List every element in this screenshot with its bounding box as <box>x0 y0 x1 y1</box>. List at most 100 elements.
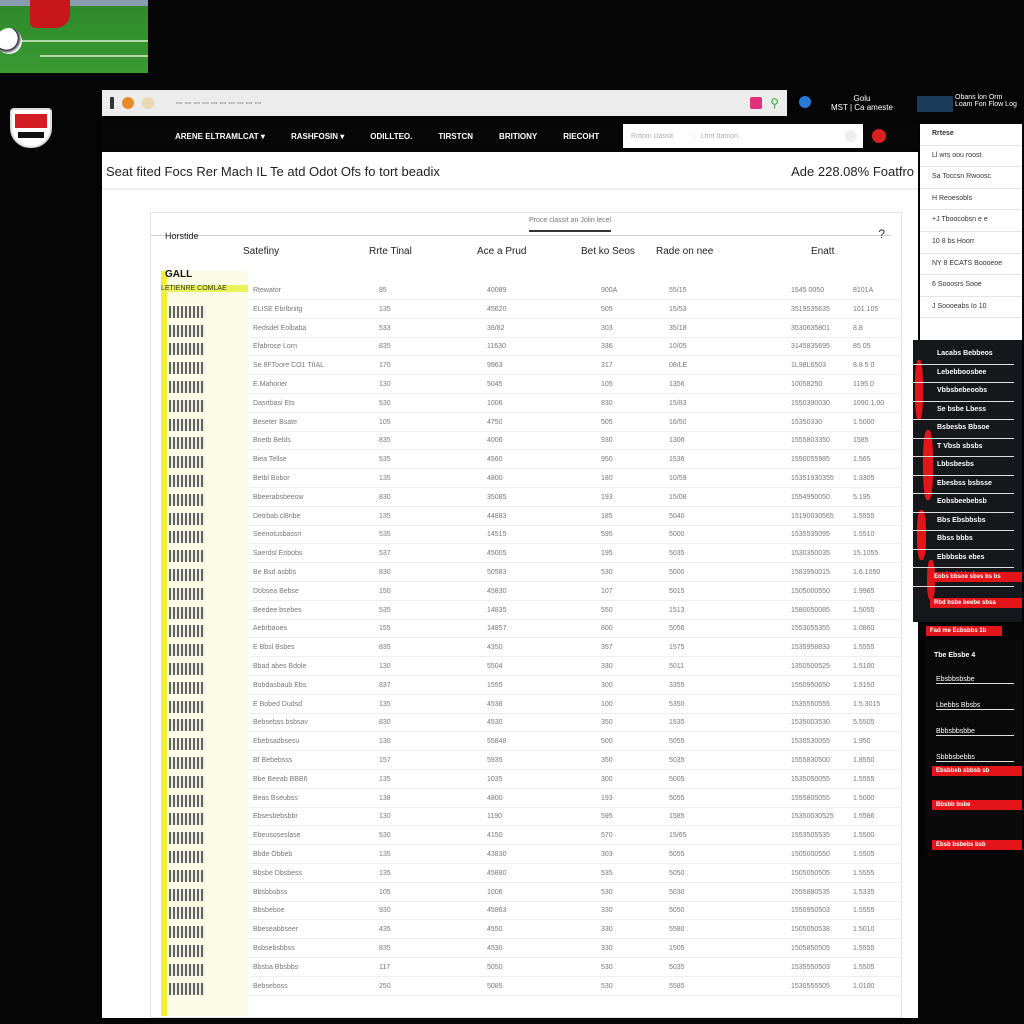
table-row[interactable]: Bebsebss bsbsav 830 4530 350 1535 1535003530 5… <box>249 715 901 733</box>
red-action-button[interactable]: Ebsb bsbebs bsb <box>932 840 1022 850</box>
column-header[interactable]: Rade on nee <box>656 246 713 257</box>
dark-panel-item[interactable]: Ebsbbsbsbe <box>936 676 1014 684</box>
table-row[interactable]: Aebrbaoes 155 14857 800 5056 1553055355 1.0860 <box>249 621 901 639</box>
sidebar-item[interactable]: NY 8 ECATS Boooeoe <box>920 254 1022 276</box>
help-icon[interactable]: ? <box>878 227 885 241</box>
table-row[interactable]: Bebseboss 250 5085 530 5585 1530555505 1.0100 <box>249 979 901 996</box>
dark-panel-item[interactable]: Bsbesbs Bbsoe <box>913 420 1014 439</box>
dark-panel-item[interactable]: Ebbbsbs ebes <box>913 550 1014 568</box>
table-row[interactable]: Ebebsadbsesu 130 55848 500 5055 1530530055 1.9… <box>249 734 901 752</box>
table-row[interactable]: Beedee bsebes 535 14835 550 1513 1580050085 1.… <box>249 603 901 620</box>
table-row[interactable]: Bbde Obbeb 135 43830 303 5055 1505000550 1.550… <box>249 847 901 864</box>
table-row[interactable]: Se 8FToore CO1 TIIAL 170 9963 317 08/LE 1L98L… <box>249 358 901 376</box>
dark-panel-item[interactable]: T Vbsb sbsbs <box>913 439 1014 457</box>
search-icon[interactable] <box>845 130 857 142</box>
red-action-button[interactable]: Bbsbb bsbe <box>932 800 1022 810</box>
sidebar-item[interactable]: 10 8 bs Hoorr <box>920 232 1022 254</box>
table-row[interactable]: Rtewator 85 40089 900A 55/15 1545 0050 8101A <box>249 283 901 300</box>
table-row[interactable]: Bbsbeboe 930 45863 330 5050 1550950503 1.5555 <box>249 903 901 921</box>
profile-icon[interactable] <box>799 96 811 108</box>
column-header[interactable]: Rrte Tinal <box>369 246 412 257</box>
table-row[interactable]: Betbl Bobor 135 4800 180 10/59 15351930355 1.3… <box>249 471 901 488</box>
table-row[interactable]: Bbsbe Dbsbess 135 45880 535 5050 1505050505 1.… <box>249 866 901 883</box>
table-row[interactable]: E Bbsl Bsbes 835 4350 357 1575 1535958833 1.55… <box>249 640 901 658</box>
dark-panel-item[interactable]: Bbss bbbs <box>913 531 1014 550</box>
dark-panel-item[interactable]: Lebebboosbee <box>913 365 1014 383</box>
sidebar-item[interactable]: 6 Sooosrs Sooe <box>920 275 1022 297</box>
table-cell: 1.5505 <box>853 851 875 858</box>
table-row[interactable]: Bobdasbaub Ebs 837 1555 300 3355 1550950650 1.… <box>249 678 901 695</box>
nav-item[interactable]: RIECOHT <box>550 132 612 141</box>
search-input[interactable]: Rotom classit Ltmt ttamon <box>623 124 863 148</box>
table-row[interactable]: Bf Bebebsss 157 5935 350 5035 1555830500 1.855… <box>249 753 901 770</box>
bookmark-icon[interactable] <box>750 97 763 109</box>
nav-item[interactable]: ARENE ELTRAMLCAT ▾ <box>162 132 278 141</box>
address-bar[interactable]: ꟷ ꟷ ꟷ ꟷ ꟷ ꟷ ꟷ ꟷ ꟷ ꟷ ⚲ <box>102 90 787 116</box>
dark-panel-item[interactable]: Lbebbs Bbsbs <box>936 702 1014 710</box>
table-row[interactable]: Beseter Bsate 105 4750 505 16/50 15350330 1.50… <box>249 415 901 432</box>
dark-panel-item[interactable]: Lacabs Bebbeos <box>913 346 1014 365</box>
table-row[interactable]: Efabroce Lorn 835 11630 336 10/05 3145835695 8… <box>249 339 901 357</box>
table-row[interactable]: Bsbsebsbbss 835 4530 330 1505 1505850505 1.555… <box>249 941 901 958</box>
nav-item[interactable]: TIRSTCN <box>425 132 486 141</box>
table-row[interactable]: Be Bsd asbbs 830 50583 530 5000 1583950015 1.6… <box>249 565 901 582</box>
sidebar-item[interactable]: H Reoesobls <box>920 189 1022 211</box>
sidebar-item[interactable]: Sa Toccsn Rwoosc <box>920 167 1022 189</box>
table-row[interactable]: Bnetb Bebls 835 4006 930 1306 1555803350 1585 <box>249 433 901 451</box>
column-header[interactable]: Enatt <box>811 246 834 257</box>
table-row[interactable]: Bbe Beeab BBB6 135 1035 300 5005 1535050055 1.… <box>249 772 901 789</box>
dark-panel-item[interactable]: Ebesbss bsbsse <box>913 476 1014 494</box>
nav-item[interactable]: RASHFOSIN ▾ <box>278 132 357 141</box>
column-header[interactable]: Bet ko Seos <box>581 246 635 257</box>
red-action-button[interactable]: Eobs bbsoe sbes bs bs <box>930 572 1022 582</box>
table-row[interactable]: Redsdel Eolbaba 533 38/82 303 35/18 353063580… <box>249 321 901 338</box>
dark-panel-item[interactable]: Eobsbeebebsb <box>913 494 1014 513</box>
sidebar-item[interactable]: Rrtese <box>920 124 1022 146</box>
table-row[interactable]: Biea Tellse 535 4560 950 1536 1550055985 1.565 <box>249 452 901 470</box>
table-row[interactable]: Bbad abes Bdole 130 5504 330 5011 1350500525 1… <box>249 659 901 676</box>
table-row[interactable]: Bbeerabsbeeow 830 35085 193 15/08 1554950050 5… <box>249 490 901 507</box>
table-row[interactable]: Beas Bseubss 138 4800 193 5055 1555805055 1.50… <box>249 791 901 808</box>
dark-panel-item[interactable]: Lbbsbesbs <box>913 457 1014 476</box>
account-area[interactable]: Golu MST | Ca ameste Obans lon Orm Loam … <box>797 94 1022 120</box>
table-row[interactable]: Dobsea Bebse 150 45830 107 5015 1505000550 1.9… <box>249 584 901 601</box>
table-row[interactable]: Detrbab cl8ribe 135 44883 185 5040 1519003056… <box>249 509 901 526</box>
table-row[interactable]: ELISE Ebrlbnitg 135 45620 505 15/53 351953563… <box>249 302 901 319</box>
table-row[interactable]: E.Mahorier 130 5045 105 1356 10058250 1195 0 <box>249 377 901 394</box>
table-row[interactable]: Bbeseabbseer 435 4550 330 5580 1505050538 1.50… <box>249 922 901 940</box>
dark-panel-item[interactable]: Bbs Ebsbbsbs <box>913 513 1014 531</box>
column-header[interactable]: Satefiny <box>243 246 279 257</box>
red-action-button[interactable]: Ebsbbeb sbbsb sb <box>932 766 1022 776</box>
table-row[interactable]: Seenotusbassn 535 14515 595 5000 1535535095 1.… <box>249 527 901 545</box>
menu-icon[interactable] <box>110 97 114 109</box>
table-row[interactable]: Dasrtbasi Ets 530 1006 830 15/83 1550390030 10… <box>249 396 901 413</box>
dark-panel-item[interactable]: Se bsbe Lbess <box>913 402 1014 420</box>
nav-item[interactable]: BRITIONY <box>486 132 550 141</box>
dark-panel-item[interactable]: Bbbsbbsbbe <box>936 728 1014 736</box>
extension-icon[interactable] <box>142 97 154 109</box>
dark-panel-item[interactable]: Sbbbsbebbs <box>936 754 1014 762</box>
search-placeholder[interactable]: Ltmt ttamon <box>695 133 845 140</box>
url-text[interactable]: ꟷ ꟷ ꟷ ꟷ ꟷ ꟷ ꟷ ꟷ ꟷ ꟷ <box>176 98 742 109</box>
tab-active[interactable]: Proce classit an Jolin lecel <box>529 217 612 232</box>
dark-panel-item[interactable]: Vbbsbebeoobs <box>913 383 1014 402</box>
club-logo[interactable] <box>10 108 52 148</box>
table-row[interactable]: Saerdsl Eobobs 537 45005 195 5035 1530350035 1… <box>249 546 901 564</box>
nav-item[interactable]: ODILLTEO. <box>357 132 425 141</box>
table-cell: 1555880535 <box>791 888 830 896</box>
notification-icon[interactable] <box>872 129 886 143</box>
team-crest-icon <box>169 437 205 450</box>
sidebar-item[interactable]: Ll wrs oou roost <box>920 146 1022 168</box>
sidebar-item[interactable]: +J Tboocobsn e e <box>920 210 1022 232</box>
column-header[interactable]: Ace a Prud <box>477 246 526 257</box>
table-row[interactable]: Ebeusoseslase 530 4150 570 15/65 1553505535 1.… <box>249 828 901 846</box>
table-row[interactable]: E Bobed Dudsd 135 4538 100 5350 1535550555 1.5… <box>249 697 901 714</box>
table-row[interactable]: Bbsba Bbsbbs 117 5050 530 5035 1535550503 1.55… <box>249 960 901 977</box>
table-row[interactable]: Ebsesbebsbbr 130 1190 595 1585 15350030525 1.5… <box>249 809 901 827</box>
search-icon[interactable]: ⚲ <box>770 96 779 110</box>
table-row[interactable]: Bbsbbsbss 105 1006 530 5030 1555880535 1.5335 <box>249 885 901 902</box>
red-action-button[interactable]: Rbd bsbe beebe sbsa <box>930 598 1022 608</box>
sidebar-item[interactable]: J Soooeabs Io 10 <box>920 297 1022 319</box>
search-scope[interactable]: Rotom classit <box>623 132 695 140</box>
red-action-button[interactable]: Fad me Ecbsbbs 1b <box>926 626 1002 636</box>
